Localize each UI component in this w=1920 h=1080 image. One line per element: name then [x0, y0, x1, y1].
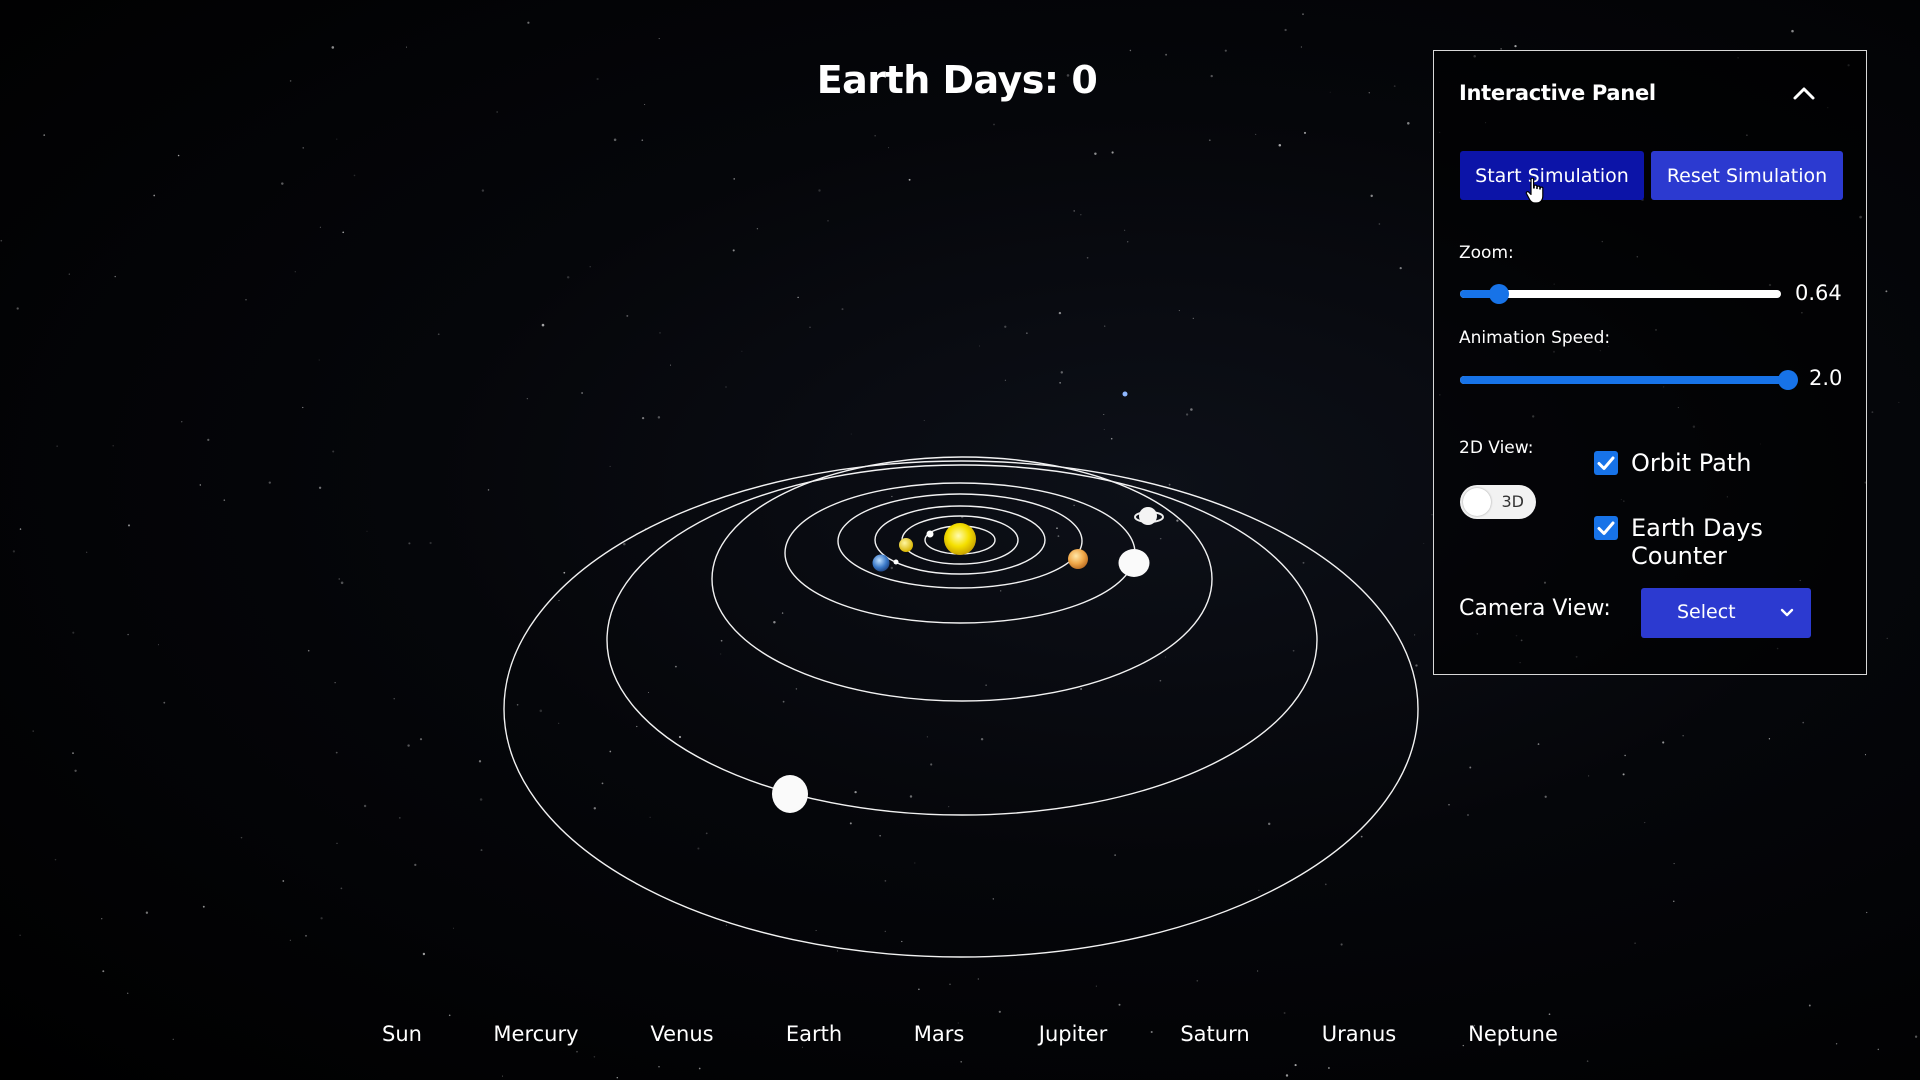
animation-speed-slider[interactable] [1460, 370, 1798, 390]
venus-body[interactable] [899, 538, 913, 552]
earth-days-value: 0 [1071, 58, 1098, 102]
earth-days-counter-checkbox[interactable] [1594, 516, 1618, 540]
animation-speed-slider-fill [1460, 376, 1788, 384]
planet-nav-mercury[interactable]: Mercury [493, 1022, 578, 1046]
chevron-up-icon [1793, 87, 1815, 100]
camera-view-selected: Select [1677, 601, 1736, 623]
orbit-uranus [606, 464, 1318, 816]
saturn-body[interactable] [1134, 507, 1164, 525]
zoom-label: Zoom: [1459, 243, 1514, 263]
zoom-slider-thumb[interactable] [1488, 284, 1509, 304]
planet-nav-saturn[interactable]: Saturn [1180, 1022, 1249, 1046]
jupiter-body[interactable] [1068, 549, 1088, 569]
2d-view-toggle[interactable]: 3D [1460, 485, 1536, 519]
earth-days-label: Earth Days: [816, 58, 1059, 102]
planet-navigation: Sun Mercury Venus Earth Mars Jupiter Sat… [0, 1022, 1920, 1062]
camera-view-label: Camera View: [1459, 596, 1611, 621]
earth-body[interactable] [872, 554, 890, 572]
collapse-panel-button[interactable] [1786, 75, 1822, 111]
simulation-canvas[interactable]: Earth Days: 0 Interactive Panel Start Si… [0, 0, 1920, 1080]
pointer-cursor-icon [1525, 177, 1544, 204]
animation-speed-label: Animation Speed: [1459, 328, 1611, 348]
planet-nav-uranus[interactable]: Uranus [1322, 1022, 1396, 1046]
mercury-body[interactable] [926, 530, 934, 538]
sun-body[interactable] [944, 523, 976, 555]
neptune-body[interactable] [772, 775, 808, 813]
view-toggle-label: 2D View: [1459, 438, 1534, 458]
orbit-path-checkbox[interactable] [1594, 451, 1618, 475]
checkmark-icon [1597, 521, 1615, 535]
zoom-value: 0.64 [1795, 281, 1842, 305]
planet-bodies[interactable] [772, 391, 1164, 814]
planet-nav-mars[interactable]: Mars [914, 1022, 965, 1046]
earth-days-counter-label: Earth Days Counter [1631, 514, 1763, 570]
reset-simulation-button[interactable]: Reset Simulation [1651, 151, 1843, 200]
animation-speed-slider-thumb[interactable] [1778, 370, 1798, 390]
planet-nav-neptune[interactable]: Neptune [1468, 1022, 1558, 1046]
planet-nav-jupiter[interactable]: Jupiter [1039, 1022, 1107, 1046]
toggle-knob [1463, 488, 1491, 516]
checkmark-icon [1597, 456, 1615, 470]
camera-view-select[interactable]: Select [1641, 588, 1811, 638]
animation-speed-value: 2.0 [1809, 366, 1843, 390]
earth-moon-body [893, 559, 899, 565]
interactive-panel: Interactive Panel Start Simulation Reset… [1433, 50, 1867, 675]
start-simulation-button[interactable]: Start Simulation [1460, 151, 1644, 200]
toggle-state-text: 3D [1501, 492, 1525, 511]
orbit-path-label: Orbit Path [1631, 449, 1752, 477]
panel-title: Interactive Panel [1459, 81, 1656, 105]
planet-nav-venus[interactable]: Venus [650, 1022, 713, 1046]
planet-nav-sun[interactable]: Sun [382, 1022, 422, 1046]
mars-body[interactable] [1122, 391, 1128, 397]
chevron-down-icon [1780, 608, 1794, 617]
zoom-slider[interactable] [1460, 284, 1781, 304]
uranus-body[interactable] [1118, 549, 1150, 577]
planet-nav-earth[interactable]: Earth [786, 1022, 842, 1046]
